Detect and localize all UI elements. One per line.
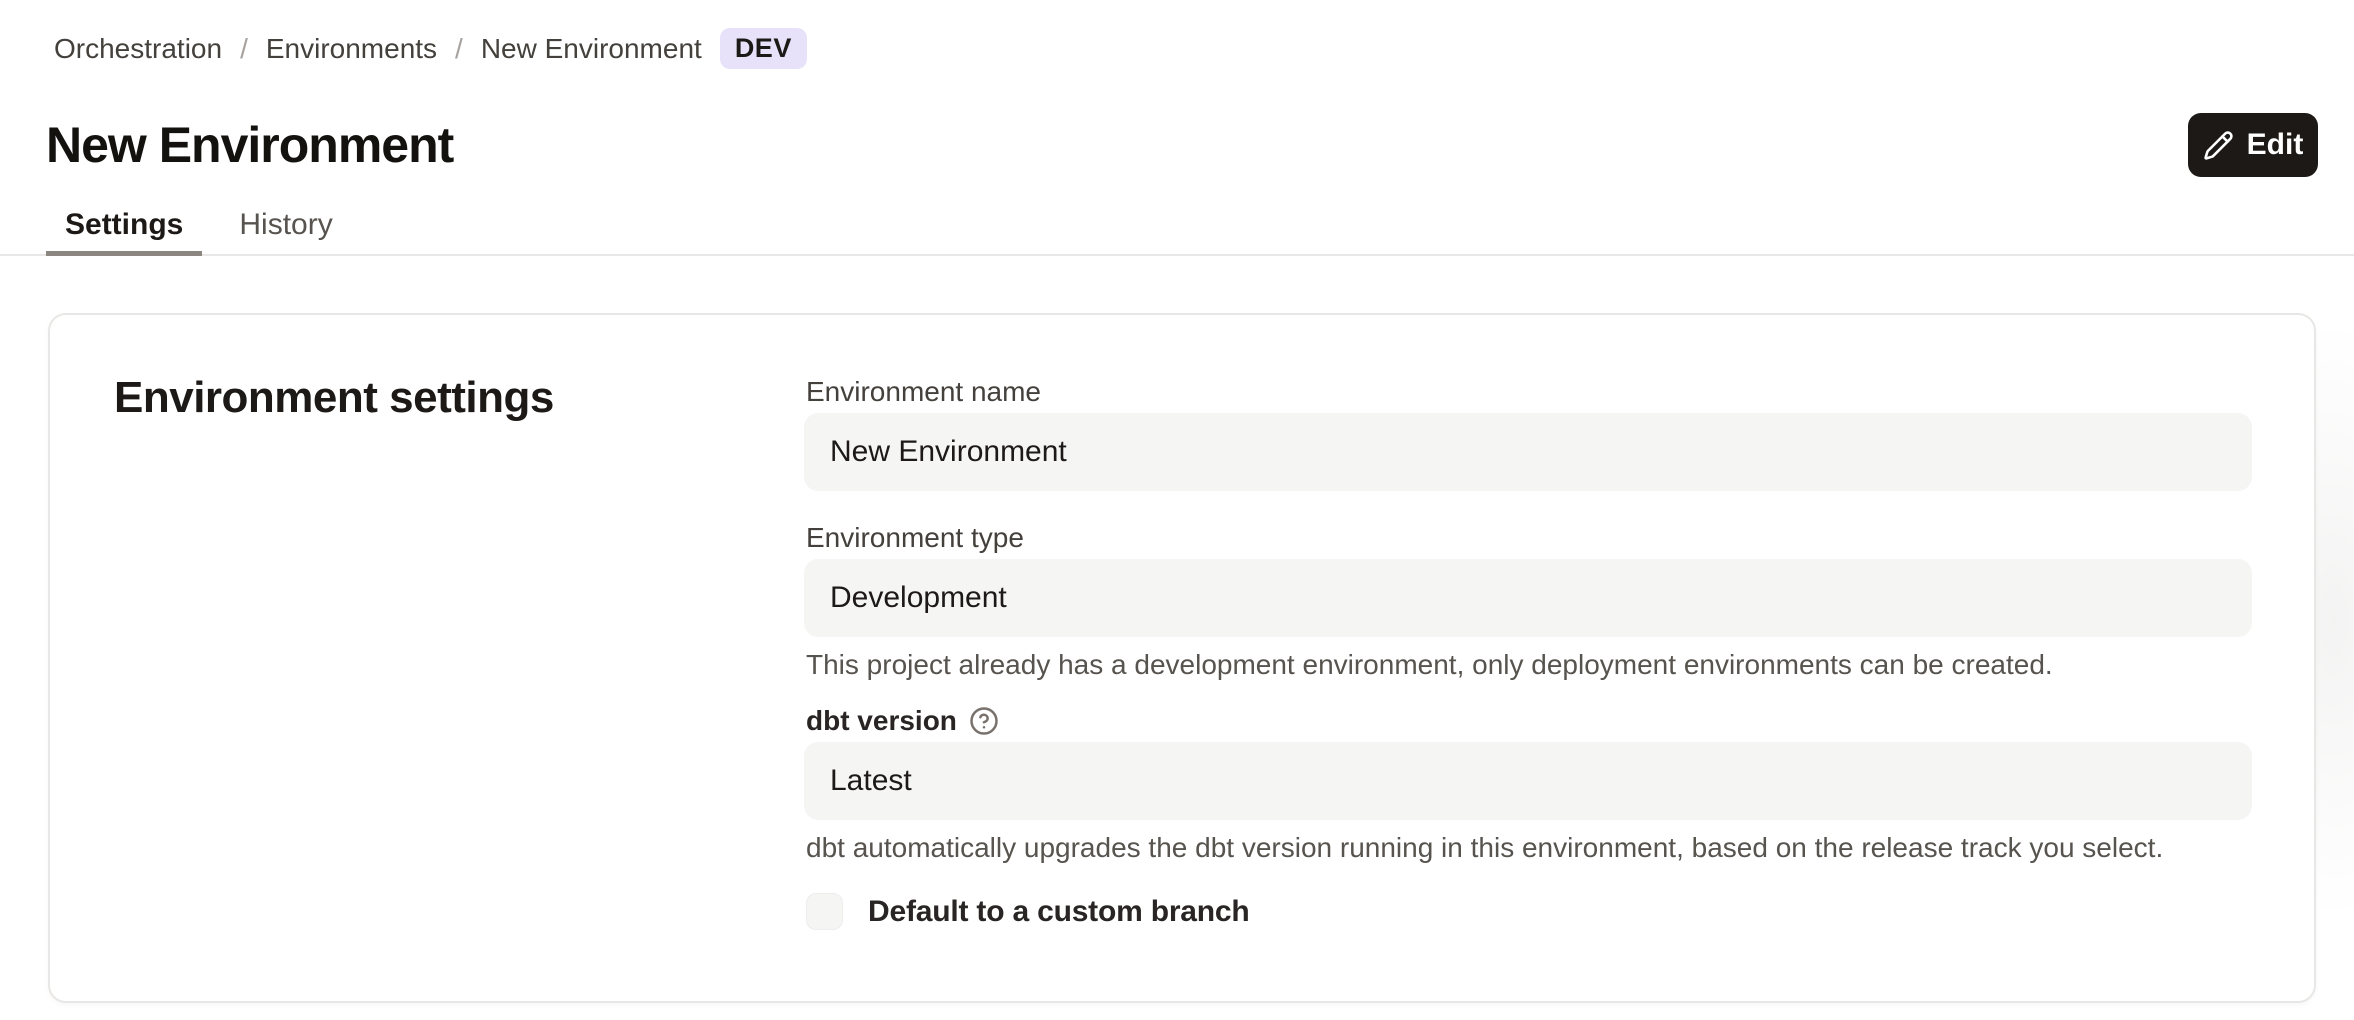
- edit-button-label: Edit: [2247, 128, 2304, 162]
- circle-question-icon[interactable]: [969, 706, 999, 736]
- environment-type-label: Environment type: [806, 521, 2252, 555]
- breadcrumb-item-environments[interactable]: Environments: [266, 33, 437, 65]
- breadcrumb-item-orchestration[interactable]: Orchestration: [54, 33, 222, 65]
- breadcrumb: Orchestration / Environments / New Envir…: [54, 28, 807, 69]
- tabs-bar: Settings History: [0, 196, 2354, 256]
- environment-type-select[interactable]: Development: [804, 559, 2252, 637]
- environment-type-helper-text: This project already has a development e…: [806, 648, 2252, 682]
- dbt-version-helper-text: dbt automatically upgrades the dbt versi…: [806, 831, 2252, 865]
- card-heading: Environment settings: [114, 373, 554, 423]
- tab-history-label: History: [239, 208, 332, 242]
- page-title: New Environment: [46, 116, 453, 174]
- environment-type-value: Development: [830, 581, 1007, 615]
- environment-dev-badge: DEV: [720, 28, 807, 69]
- pencil-icon: [2203, 130, 2234, 161]
- dbt-version-select[interactable]: Latest: [804, 742, 2252, 820]
- breadcrumb-separator: /: [240, 33, 248, 65]
- custom-branch-checkbox[interactable]: [806, 893, 843, 930]
- edit-button[interactable]: Edit: [2188, 113, 2318, 177]
- dbt-version-value: Latest: [830, 764, 912, 798]
- environment-settings-card: Environment settings Environment name Ne…: [48, 313, 2316, 1003]
- environment-name-label: Environment name: [806, 375, 2252, 409]
- dbt-version-label: dbt version: [806, 704, 957, 738]
- dbt-version-label-row: dbt version: [806, 704, 2252, 738]
- tab-settings[interactable]: Settings: [46, 196, 202, 254]
- breadcrumb-separator: /: [455, 33, 463, 65]
- breadcrumb-item-current: New Environment: [481, 33, 702, 65]
- custom-branch-checkbox-row[interactable]: Default to a custom branch: [806, 893, 2252, 930]
- environment-name-value: New Environment: [830, 435, 1067, 469]
- environment-settings-page: Orchestration / Environments / New Envir…: [0, 0, 2354, 1020]
- tab-history[interactable]: History: [220, 196, 351, 254]
- environment-settings-form: Environment name New Environment Environ…: [804, 375, 2252, 930]
- custom-branch-checkbox-label: Default to a custom branch: [868, 895, 1250, 929]
- environment-name-input[interactable]: New Environment: [804, 413, 2252, 491]
- tab-settings-label: Settings: [65, 208, 183, 242]
